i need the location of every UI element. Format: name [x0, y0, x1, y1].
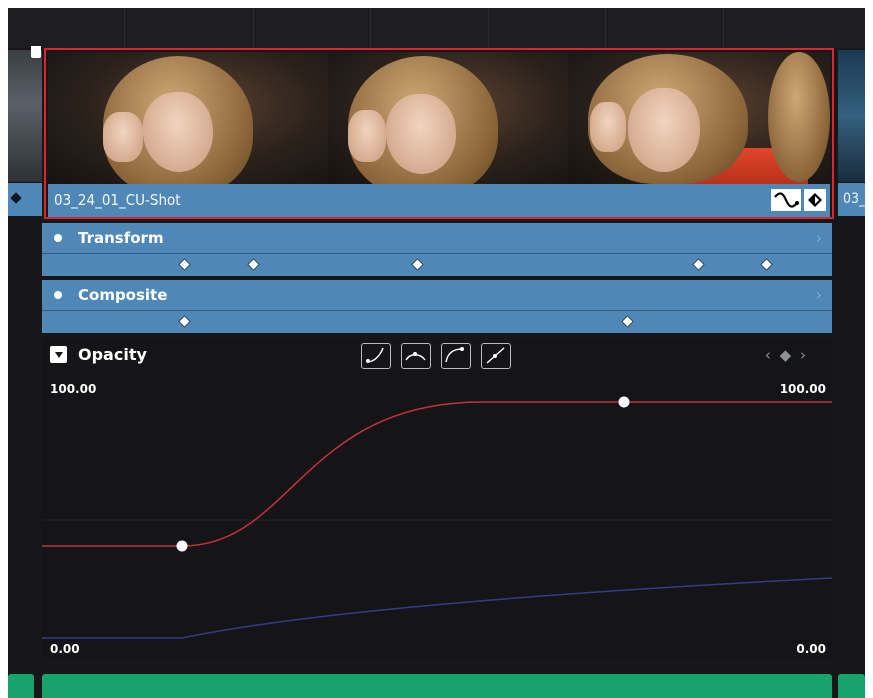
previous-clip-thumbnail[interactable]	[8, 50, 42, 182]
curve-editor[interactable]: Opacity ‹ ◆ › 100.00 100.00 0.00 0.00	[42, 338, 832, 658]
selected-video-clip[interactable]: 03_24_01_CU-Shot	[44, 48, 834, 219]
track-enable-icon[interactable]	[54, 234, 62, 242]
timeline: 03_ 03_24_01_CU-Shot Transform › Composi…	[8, 8, 865, 698]
track-composite[interactable]: Composite ›	[42, 280, 832, 333]
keyframe[interactable]	[692, 258, 705, 271]
next-clip-name[interactable]: 03_	[838, 183, 865, 216]
audio-clip[interactable]	[8, 674, 34, 698]
keyframe-icon[interactable]	[804, 189, 826, 211]
keyframe[interactable]	[621, 315, 634, 328]
thumbnail-frame	[48, 52, 328, 184]
keyframe[interactable]	[760, 258, 773, 271]
audio-clip[interactable]	[838, 674, 865, 698]
audio-clip[interactable]	[42, 674, 832, 698]
opacity-curve	[42, 401, 832, 547]
track-label: Transform	[78, 229, 164, 247]
chevron-right-icon[interactable]: ›	[816, 223, 822, 253]
chevron-right-icon[interactable]: ›	[816, 280, 822, 310]
keyframe[interactable]	[247, 258, 260, 271]
keyframe[interactable]	[178, 258, 191, 271]
track-enable-icon[interactable]	[54, 291, 62, 299]
thumbnail-frame	[328, 52, 568, 184]
next-clip-thumbnail[interactable]	[838, 50, 865, 182]
keyframe[interactable]	[411, 258, 424, 271]
thumbnail-frame	[568, 52, 830, 184]
curve-keyframe	[618, 396, 630, 408]
curve-editor-icon[interactable]	[771, 189, 801, 211]
curve-keyframe	[176, 540, 188, 552]
playhead[interactable]	[31, 46, 41, 58]
clip-name-bar[interactable]: 03_24_01_CU-Shot	[48, 184, 830, 217]
timeline-ruler[interactable]	[8, 8, 865, 48]
curve-graph[interactable]	[42, 338, 832, 658]
clip-thumbnails	[48, 52, 830, 184]
track-label: Composite	[78, 286, 168, 304]
keyframe[interactable]	[178, 315, 191, 328]
track-transform[interactable]: Transform ›	[42, 223, 832, 276]
clip-name: 03_24_01_CU-Shot	[54, 191, 181, 209]
secondary-curve	[42, 577, 832, 639]
